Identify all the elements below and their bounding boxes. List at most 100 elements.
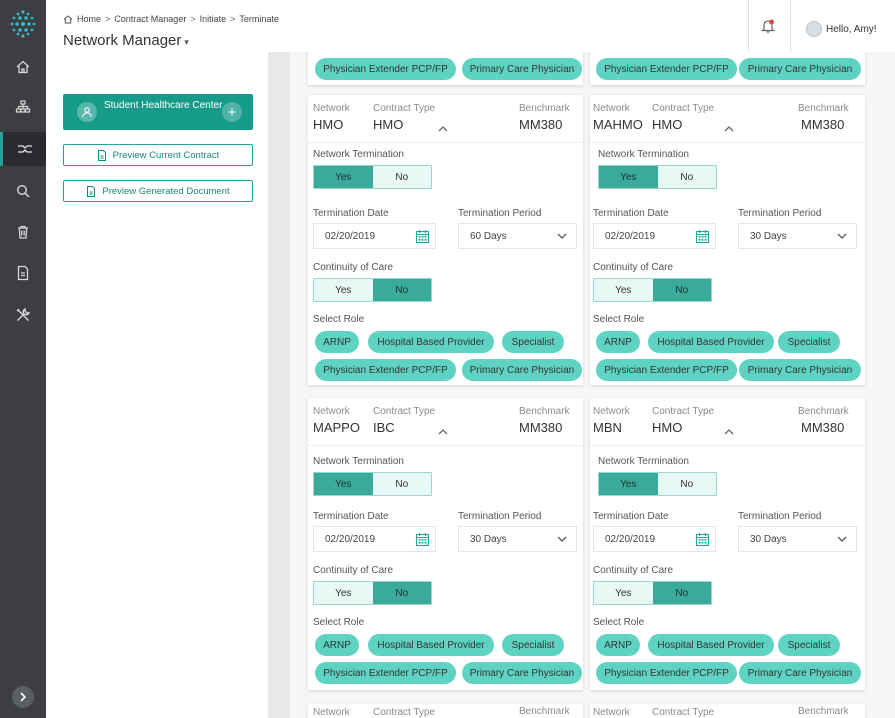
termination-date-input[interactable]: 02/20/2019 xyxy=(313,526,436,552)
user-menu[interactable]: Hello, Amy! xyxy=(806,21,877,37)
role-chip-hospital[interactable]: Hospital Based Provider xyxy=(368,331,494,353)
contract-type-label: Contract Type xyxy=(373,103,436,114)
page-title[interactable]: Network Manager ▾ xyxy=(63,32,189,49)
calendar-icon[interactable] xyxy=(415,229,430,244)
add-button[interactable]: + xyxy=(222,102,242,122)
role-chip-arnp[interactable]: ARNP xyxy=(315,331,359,353)
role-chip-physician-extender[interactable]: Physician Extender PCP/FP xyxy=(315,662,456,684)
role-chip-primary-care[interactable]: Primary Care Physician xyxy=(739,662,861,684)
termination-date-input[interactable]: 02/20/2019 xyxy=(593,223,716,249)
continuity-of-care-toggle: Yes No xyxy=(313,278,432,302)
role-chip-specialist[interactable]: Specialist xyxy=(502,634,564,656)
contract-type-label: Contract Type xyxy=(652,707,715,718)
role-chip-physician-extender[interactable]: Physician Extender PCP/FP xyxy=(315,58,456,80)
provider-name: Student Healthcare Center xyxy=(104,100,223,111)
role-chip-hospital[interactable]: Hospital Based Provider xyxy=(648,331,774,353)
continuity-of-care-no[interactable]: No xyxy=(372,279,431,301)
termination-date-input[interactable]: 02/20/2019 xyxy=(593,526,716,552)
left-panel: Student Healthcare Center + Preview Curr… xyxy=(46,52,268,718)
breadcrumb-initiate[interactable]: Initiate xyxy=(200,14,227,24)
sidebar-item-search[interactable] xyxy=(0,176,46,206)
role-chip-physician-extender[interactable]: Physician Extender PCP/FP xyxy=(596,359,737,381)
network-termination-no[interactable]: No xyxy=(372,166,431,188)
role-chip-primary-care[interactable]: Primary Care Physician xyxy=(462,58,582,80)
role-chip-hospital[interactable]: Hospital Based Provider xyxy=(368,634,494,656)
continuity-of-care-no[interactable]: No xyxy=(652,279,711,301)
role-chip-physician-extender[interactable]: Physician Extender PCP/FP xyxy=(596,662,737,684)
role-chip-specialist[interactable]: Specialist xyxy=(778,331,840,353)
termination-period-value: 30 Days xyxy=(470,533,507,545)
continuity-of-care-no[interactable]: No xyxy=(652,582,711,604)
termination-period-label: Termination Period xyxy=(738,511,822,522)
chevron-up-icon[interactable] xyxy=(438,125,448,132)
network-termination-no[interactable]: No xyxy=(657,473,716,495)
termination-period-select[interactable]: 30 Days xyxy=(738,223,857,249)
breadcrumb-separator: > xyxy=(190,14,196,24)
calendar-icon[interactable] xyxy=(695,532,710,547)
network-termination-label: Network Termination xyxy=(598,149,689,160)
contract-type-label: Contract Type xyxy=(373,406,436,417)
network-value: MBN xyxy=(593,420,622,435)
sidebar-item-home[interactable] xyxy=(0,52,46,82)
expand-sidebar-button[interactable] xyxy=(12,686,34,708)
termination-period-select[interactable]: 30 Days xyxy=(738,526,857,552)
preview-generated-document-button[interactable]: Preview Generated Document xyxy=(63,180,253,202)
termination-period-label: Termination Period xyxy=(458,511,542,522)
network-card: Network MAPPO Contract Type IBC Benchmar… xyxy=(308,398,583,690)
role-chip-hospital[interactable]: Hospital Based Provider xyxy=(648,634,774,656)
network-termination-yes[interactable]: Yes xyxy=(314,166,373,188)
sidebar-item-hierarchy[interactable] xyxy=(0,92,46,122)
continuity-of-care-yes[interactable]: Yes xyxy=(594,279,653,301)
termination-period-select[interactable]: 60 Days xyxy=(458,223,577,249)
role-chip-primary-care[interactable]: Primary Care Physician xyxy=(739,359,861,381)
role-chip-arnp[interactable]: ARNP xyxy=(596,331,640,353)
continuity-of-care-yes[interactable]: Yes xyxy=(594,582,653,604)
role-chip-primary-care[interactable]: Primary Care Physician xyxy=(462,359,582,381)
role-chip-primary-care[interactable]: Primary Care Physician xyxy=(739,58,861,80)
role-chip-arnp[interactable]: ARNP xyxy=(315,634,359,656)
role-chip-physician-extender[interactable]: Physician Extender PCP/FP xyxy=(315,359,456,381)
role-chip-specialist[interactable]: Specialist xyxy=(502,331,564,353)
continuity-of-care-no[interactable]: No xyxy=(372,582,431,604)
continuity-of-care-yes[interactable]: Yes xyxy=(314,582,373,604)
network-label: Network xyxy=(313,406,350,417)
continuity-of-care-yes[interactable]: Yes xyxy=(314,279,373,301)
breadcrumb-separator: > xyxy=(105,14,111,24)
breadcrumb-contract-manager[interactable]: Contract Manager xyxy=(114,14,186,24)
sidebar-item-tools[interactable] xyxy=(0,300,46,330)
app-logo-icon[interactable] xyxy=(9,9,37,39)
role-chip-physician-extender[interactable]: Physician Extender PCP/FP xyxy=(596,58,737,80)
preview-current-contract-button[interactable]: Preview Current Contract xyxy=(63,144,253,166)
breadcrumb-home[interactable]: Home xyxy=(77,14,101,24)
contract-type-value: HMO xyxy=(373,117,404,132)
role-chip-primary-care[interactable]: Primary Care Physician xyxy=(462,662,582,684)
chevron-up-icon[interactable] xyxy=(438,428,448,435)
sidebar-item-trash[interactable] xyxy=(0,217,46,247)
role-chip-specialist[interactable]: Specialist xyxy=(778,634,840,656)
sidebar-item-network[interactable] xyxy=(0,132,46,166)
benchmark-label: Benchmark xyxy=(798,103,849,114)
chevron-up-icon[interactable] xyxy=(724,125,734,132)
network-termination-yes[interactable]: Yes xyxy=(314,473,373,495)
card-header: Network MBN Contract Type HMO Benchmark … xyxy=(590,398,865,446)
sidebar-rail xyxy=(0,0,46,718)
continuity-of-care-label: Continuity of Care xyxy=(593,262,674,273)
contract-type-value: HMO xyxy=(652,420,683,435)
sidebar-item-document[interactable] xyxy=(0,258,46,288)
network-termination-no[interactable]: No xyxy=(372,473,431,495)
calendar-icon[interactable] xyxy=(695,229,710,244)
calendar-icon[interactable] xyxy=(415,532,430,547)
benchmark-label: Benchmark xyxy=(519,406,570,417)
termination-date-input[interactable]: 02/20/2019 xyxy=(313,223,436,249)
chevron-up-icon[interactable] xyxy=(724,428,734,435)
termination-period-select[interactable]: 30 Days xyxy=(458,526,577,552)
network-termination-yes[interactable]: Yes xyxy=(599,166,658,188)
network-termination-no[interactable]: No xyxy=(657,166,716,188)
provider-card[interactable]: Student Healthcare Center + xyxy=(63,94,253,130)
continuity-of-care-label: Continuity of Care xyxy=(593,565,674,576)
network-termination-yes[interactable]: Yes xyxy=(599,473,658,495)
continuity-of-care-label: Continuity of Care xyxy=(313,565,394,576)
role-chip-arnp[interactable]: ARNP xyxy=(596,634,640,656)
benchmark-value: MM380 xyxy=(801,420,845,435)
notification-bell-icon[interactable] xyxy=(760,18,776,34)
